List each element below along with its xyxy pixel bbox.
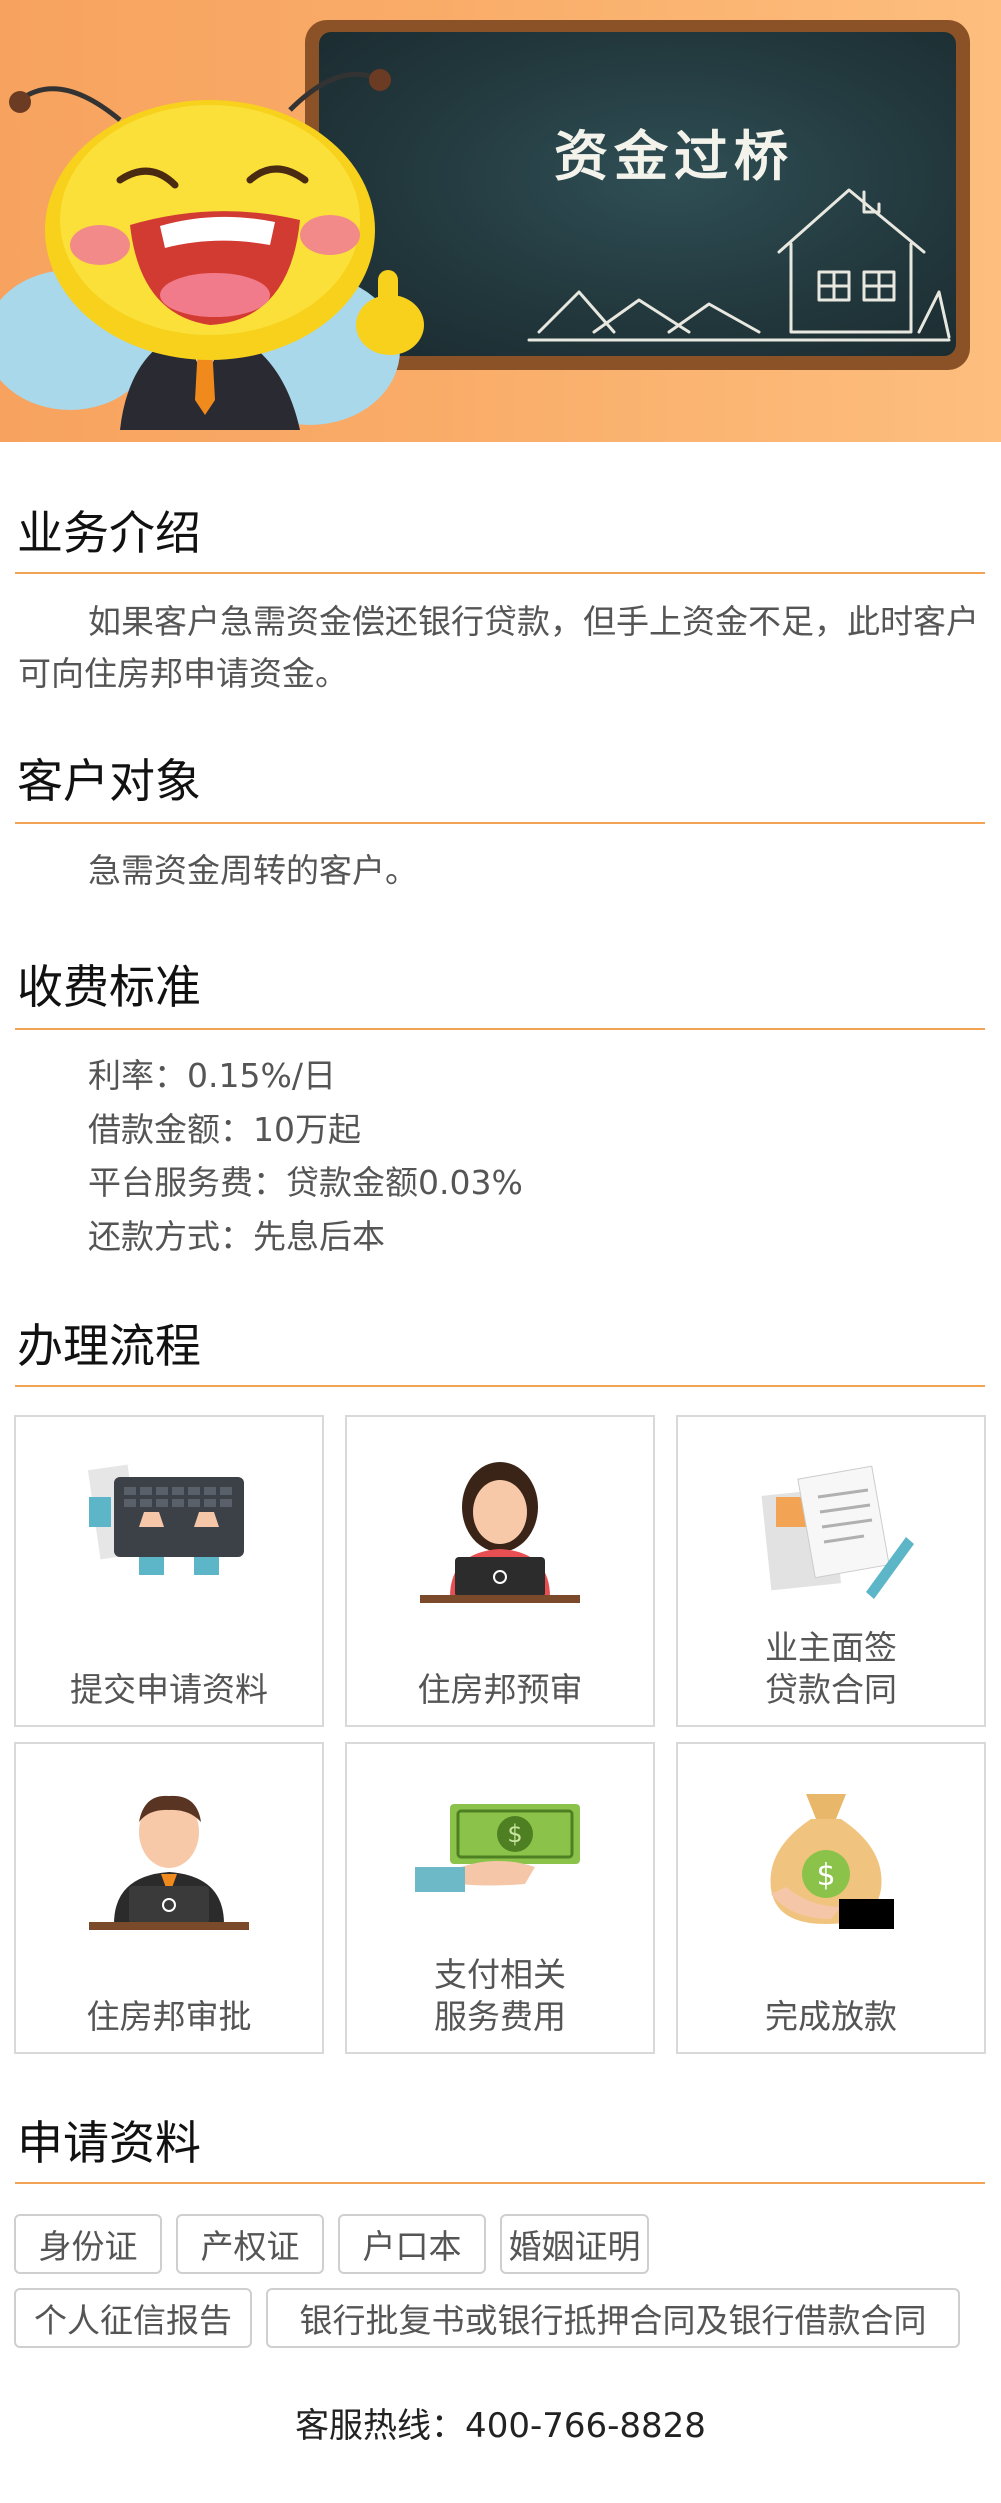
step-label: 提交申请资料 xyxy=(70,1670,268,1709)
materials-heading: 申请资料 xyxy=(17,2116,201,2170)
man-laptop-icon xyxy=(89,1795,249,1930)
fee-amount: 借款金额：10万起 xyxy=(88,1110,361,1149)
fee-rate: 利率：0.15%/日 xyxy=(88,1056,336,1095)
woman-laptop-icon xyxy=(420,1462,580,1603)
fees-heading: 收费标准 xyxy=(17,960,201,1014)
intro-divider xyxy=(15,572,985,574)
hero-banner: 资金过桥 xyxy=(0,0,1001,442)
money-bag-icon: $ xyxy=(770,1794,894,1929)
process-step-submit: 提交申请资料 xyxy=(14,1415,324,1727)
cash-hand-icon: $ xyxy=(415,1804,580,1892)
tag-bank-documents: 银行批复书或银行抵押合同及银行借款合同 xyxy=(266,2288,960,2348)
intro-text: 如果客户急需资金偿还银行贷款，但手上资金不足，此时客户可向住房邦申请资金。 xyxy=(18,602,979,693)
step-label-line1: 业主面签 xyxy=(765,1628,897,1667)
laptop-typing-icon xyxy=(87,1464,244,1575)
fees-divider xyxy=(15,1028,985,1030)
mascot-illustration xyxy=(0,69,424,430)
target-text: 急需资金周转的客户。 xyxy=(88,851,418,890)
process-step-approve: 住房邦审批 xyxy=(14,1742,324,2054)
svg-text:$: $ xyxy=(507,1820,522,1848)
process-step-precheck: 住房邦预审 xyxy=(345,1415,655,1727)
svg-text:$: $ xyxy=(816,1858,835,1893)
process-heading: 办理流程 xyxy=(17,1319,201,1373)
house-sketch-icon xyxy=(527,188,951,342)
tag-id-card: 身份证 xyxy=(14,2214,162,2274)
materials-divider xyxy=(15,2182,985,2184)
fee-repayment: 还款方式：先息后本 xyxy=(88,1217,385,1256)
step-label-line1: 支付相关 xyxy=(434,1955,566,1994)
step-label: 住房邦预审 xyxy=(417,1670,583,1709)
target-heading: 客户对象 xyxy=(17,754,201,808)
intro-heading: 业务介绍 xyxy=(17,506,201,560)
process-divider xyxy=(15,1385,985,1387)
documents-pen-icon xyxy=(761,1465,914,1599)
process-step-disburse: $ 完成放款 xyxy=(676,1742,986,2054)
fee-service: 平台服务费：贷款金额0.03% xyxy=(88,1163,523,1202)
tag-credit-report: 个人征信报告 xyxy=(14,2288,252,2348)
customer-hotline[interactable]: 客服热线：400-766-8828 xyxy=(0,2398,1001,2447)
process-step-sign: 业主面签 贷款合同 xyxy=(676,1415,986,1727)
step-label-line2: 服务费用 xyxy=(434,1997,566,2036)
target-divider xyxy=(15,822,985,824)
process-step-pay: $ 支付相关 服务费用 xyxy=(345,1742,655,2054)
tag-property-cert: 产权证 xyxy=(176,2214,324,2274)
tag-household-register: 户口本 xyxy=(338,2214,486,2274)
tag-marriage-cert: 婚姻证明 xyxy=(500,2214,649,2274)
step-label: 住房邦审批 xyxy=(86,1997,252,2036)
step-label-line2: 贷款合同 xyxy=(765,1670,897,1709)
step-label: 完成放款 xyxy=(765,1997,897,2036)
